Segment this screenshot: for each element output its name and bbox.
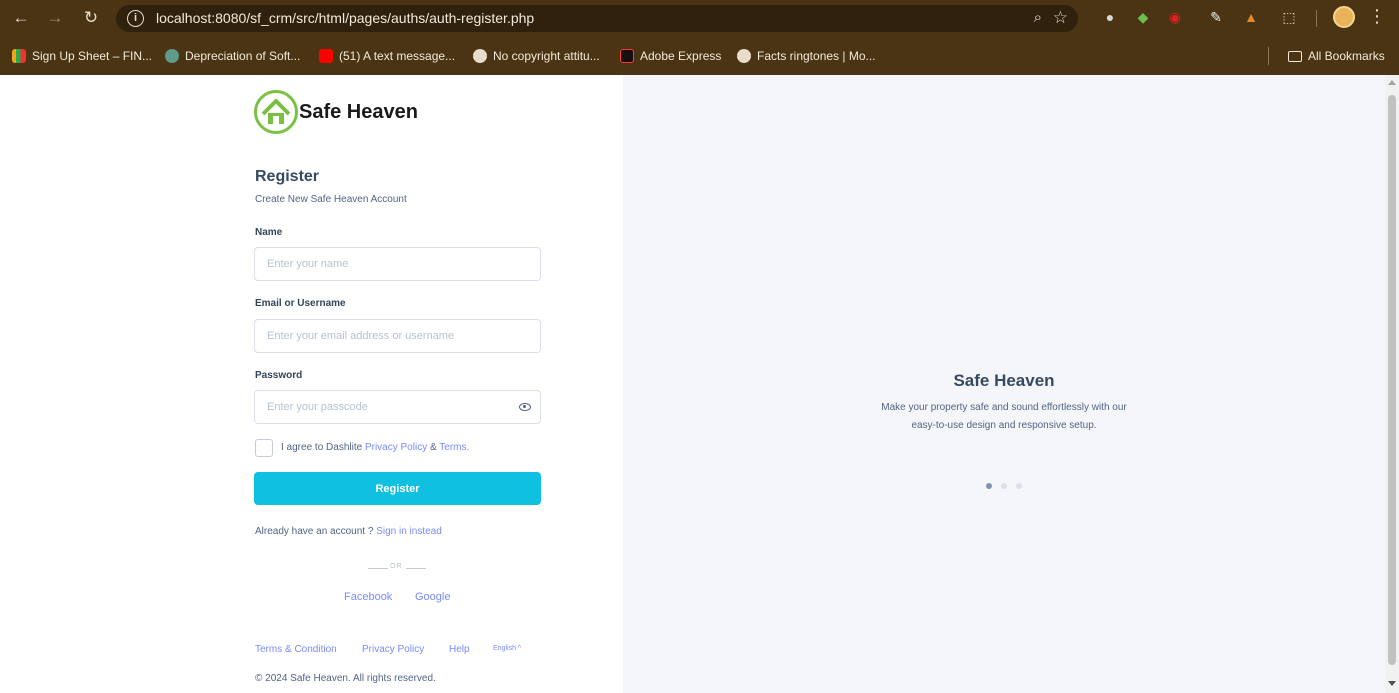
colorful-extension-icon[interactable]: ◆ [1134, 8, 1152, 26]
scroll-thumb[interactable] [1388, 95, 1396, 665]
openai-icon [165, 49, 179, 63]
bookmark-item[interactable]: Adobe Express [620, 47, 721, 65]
youtube-icon [319, 49, 333, 63]
bookmark-item[interactable]: Sign Up Sheet – FIN... [12, 47, 152, 65]
bookmark-item[interactable]: No copyright attitu... [473, 47, 600, 65]
facebook-link[interactable]: Facebook [344, 591, 392, 603]
footer-privacy-link[interactable]: Privacy Policy [362, 644, 424, 655]
scroll-down-arrow-icon[interactable] [1388, 681, 1396, 686]
bookmarks-divider [1268, 47, 1269, 65]
promo-panel: Safe Heaven Make your property safe and … [623, 75, 1385, 693]
adobe-express-icon [620, 49, 634, 63]
eyedropper-extension-icon[interactable]: ✎ [1207, 8, 1225, 26]
or-text: OR [390, 563, 403, 570]
bookmark-label: Adobe Express [640, 49, 722, 63]
profile-avatar[interactable] [1333, 6, 1355, 28]
copyright-text: © 2024 Safe Heaven. All rights reserved. [255, 673, 436, 684]
bookmark-item[interactable]: Depreciation of Soft... [165, 47, 300, 65]
carousel-dot[interactable] [1001, 483, 1007, 489]
or-divider-left [368, 568, 388, 569]
bowl-icon [473, 49, 487, 63]
terms-link[interactable]: Terms. [439, 442, 469, 453]
promo-line-2: easy-to-use design and responsive setup. [911, 420, 1097, 431]
url-text[interactable]: localhost:8080/sf_crm/src/html/pages/aut… [156, 10, 534, 26]
bookmark-label: (51) A text message... [339, 49, 456, 63]
google-link[interactable]: Google [415, 591, 450, 603]
site-info-icon[interactable]: i [127, 10, 144, 27]
address-bar[interactable]: i localhost:8080/sf_crm/src/html/pages/a… [116, 5, 1078, 32]
bookmark-item[interactable]: (51) A text message... [319, 47, 455, 65]
fox-extension-icon[interactable]: ▲ [1242, 8, 1260, 26]
name-label: Name [255, 227, 283, 238]
bowl-icon [737, 49, 751, 63]
bookmark-star-icon[interactable]: ☆ [1053, 8, 1068, 28]
bookmark-label: No copyright attitu... [493, 49, 600, 63]
globe-extension-icon[interactable]: ● [1101, 8, 1119, 26]
bookmarks-bar: Sign Up Sheet – FIN... Depreciation of S… [0, 37, 1399, 75]
register-button[interactable]: Register [254, 472, 541, 505]
page-title: Register [255, 168, 320, 185]
page-content: Safe Heaven Register Create New Safe Hea… [0, 75, 1385, 693]
signin-prompt: Already have an account ? Sign in instea… [255, 526, 442, 537]
email-input[interactable] [254, 319, 541, 353]
signin-link[interactable]: Sign in instead [376, 526, 442, 537]
zoom-icon[interactable]: ⌕ [1034, 9, 1042, 26]
register-panel: Safe Heaven Register Create New Safe Hea… [0, 75, 623, 693]
extensions-puzzle-icon[interactable]: ⬚ [1280, 8, 1298, 26]
name-input[interactable] [254, 247, 541, 281]
house-logo-icon [254, 90, 298, 134]
page-scrollbar[interactable] [1385, 75, 1399, 693]
show-password-eye-icon[interactable] [519, 403, 531, 411]
agree-checkbox[interactable] [255, 439, 273, 457]
promo-description: Make your property safe and sound effort… [623, 399, 1385, 435]
bookmark-item[interactable]: Facts ringtones | Mo... [737, 47, 876, 65]
email-label: Email or Username [255, 298, 346, 309]
brand-name: Safe Heaven [299, 100, 418, 123]
terms-condition-link[interactable]: Terms & Condition [255, 644, 337, 655]
back-arrow-icon[interactable]: ← [11, 8, 31, 28]
bookmark-label: Facts ringtones | Mo... [757, 49, 876, 63]
folder-icon [1288, 50, 1302, 62]
brand-logo[interactable]: Safe Heaven [254, 90, 418, 134]
record-extension-icon[interactable]: ◉ [1166, 8, 1184, 26]
privacy-policy-link[interactable]: Privacy Policy [365, 442, 427, 453]
agree-text: I agree to Dashlite Privacy Policy & Ter… [281, 442, 469, 453]
help-link[interactable]: Help [449, 644, 470, 655]
forward-arrow-icon[interactable]: → [45, 8, 65, 28]
password-label: Password [255, 370, 303, 381]
language-dropdown[interactable]: English ^ [493, 645, 521, 652]
or-divider-right [406, 568, 426, 569]
reload-icon[interactable]: ↻ [81, 8, 101, 28]
bookmark-label: Depreciation of Soft... [185, 49, 301, 63]
menu-kebab-icon[interactable]: ⋮ [1368, 6, 1386, 27]
already-text: Already have an account ? [255, 526, 374, 537]
agree-prefix: I agree to Dashlite [281, 442, 363, 453]
password-input[interactable] [254, 390, 541, 424]
bookmark-label: Sign Up Sheet – FIN... [32, 49, 153, 63]
toolbar-divider [1316, 10, 1317, 27]
page-subtitle: Create New Safe Heaven Account [255, 194, 407, 205]
ampersand: & [429, 442, 437, 453]
browser-toolbar: ← → ↻ i localhost:8080/sf_crm/src/html/p… [0, 0, 1399, 37]
promo-line-1: Make your property safe and sound effort… [881, 402, 1127, 413]
all-bookmarks[interactable]: All Bookmarks [1288, 47, 1385, 65]
scroll-up-arrow-icon[interactable] [1388, 80, 1396, 85]
all-bookmarks-label: All Bookmarks [1308, 49, 1385, 63]
carousel-dot[interactable] [1016, 483, 1022, 489]
bar-chart-icon [12, 49, 26, 63]
promo-title: Safe Heaven [953, 371, 1055, 390]
carousel-dot-active[interactable] [986, 483, 992, 489]
